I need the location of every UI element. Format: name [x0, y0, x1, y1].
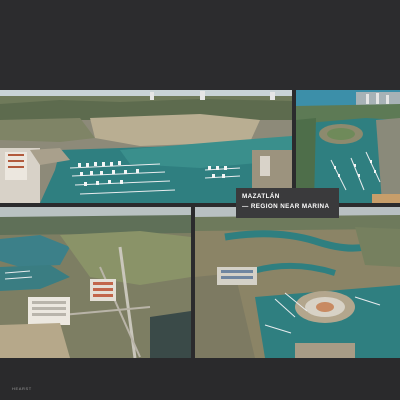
footer-label: HEARST — [12, 386, 32, 391]
marina-aerial-photo-top-left — [0, 90, 292, 203]
bottom-dark-band — [0, 358, 400, 400]
caption-title: MAZATLÁN — [242, 193, 280, 200]
marina-canals-aerial-photo-bottom-right — [195, 207, 400, 358]
coastal-aerial-photo-bottom-left — [0, 207, 191, 358]
region-caption-box: MAZATLÁN — REGION NEAR MARINA — [236, 188, 339, 218]
caption-subtitle: — REGION NEAR MARINA — [242, 203, 330, 210]
marina-aerial-photo-top-right — [296, 90, 400, 203]
top-dark-band — [0, 0, 400, 90]
